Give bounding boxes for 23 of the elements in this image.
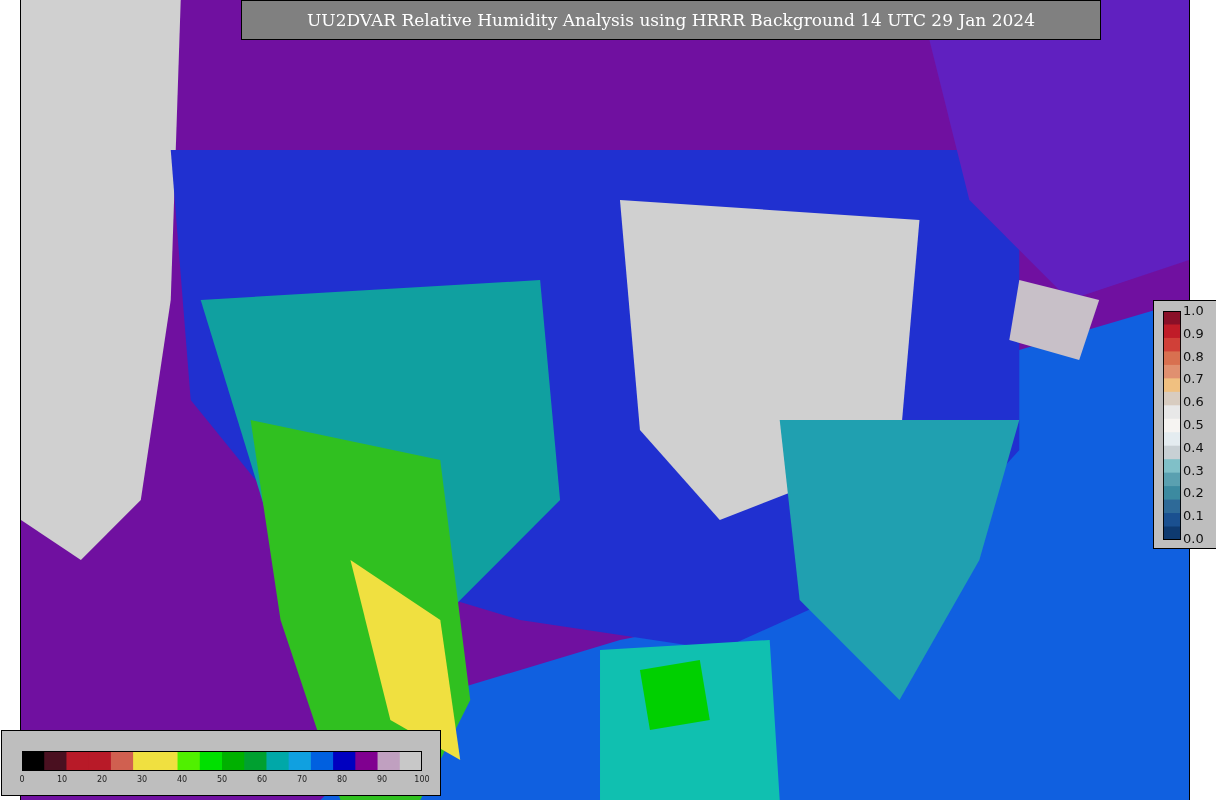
tick-label: 0.5: [1183, 417, 1204, 432]
tick-label: 0.0: [1183, 530, 1204, 546]
tick-label: 20: [96, 775, 108, 784]
tick-label: 80: [336, 775, 348, 784]
tick-label: 0.2: [1183, 485, 1204, 501]
tick-label: 0.6: [1183, 394, 1204, 410]
tick-label: 0.8: [1183, 348, 1204, 364]
tick-label: 0.9: [1183, 325, 1204, 341]
tick-label: 0: [19, 775, 25, 784]
tick-label: 100: [414, 775, 430, 784]
tick-label: 0.3: [1183, 462, 1204, 478]
tick-label: 1.0: [1183, 303, 1204, 318]
tick-label: 40: [176, 775, 188, 784]
map-title: UU2DVAR Relative Humidity Analysis using HRRR Background 14 UTC 29 Jan 2024: [241, 0, 1101, 40]
tick-label: 90: [376, 775, 388, 784]
tick-label: 50: [216, 775, 228, 784]
tick-label: 0.7: [1183, 371, 1204, 387]
tick-label: 0.1: [1183, 508, 1204, 524]
tick-label: 0.4: [1183, 439, 1204, 455]
tick-label: 60: [256, 775, 268, 784]
tick-label: 10: [56, 775, 68, 784]
tick-label: 70: [296, 775, 308, 784]
tick-label: 30: [136, 775, 148, 784]
